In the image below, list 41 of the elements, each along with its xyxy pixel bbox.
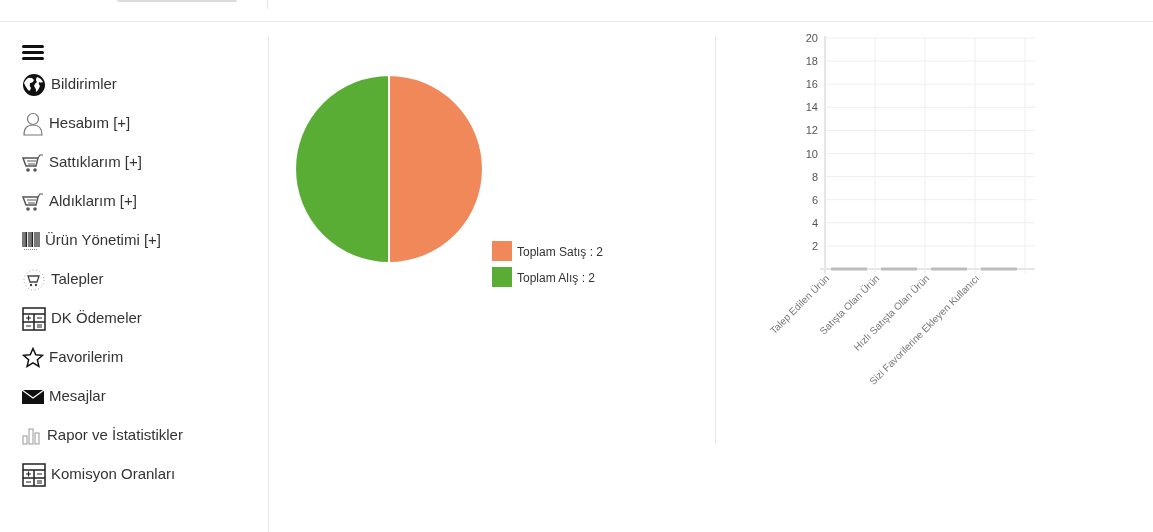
axis-tick-label: 8 bbox=[811, 170, 818, 183]
cart-icon bbox=[22, 267, 46, 292]
bar bbox=[931, 267, 967, 271]
envelope-icon bbox=[22, 388, 44, 405]
axis-tick-label: 2 bbox=[811, 239, 818, 252]
sidebar-item[interactable]: Mesajlar bbox=[22, 377, 268, 416]
globe-icon bbox=[22, 72, 46, 97]
star-icon bbox=[22, 346, 44, 369]
bar bbox=[831, 267, 867, 271]
axis-tick-label: 4 bbox=[811, 216, 818, 229]
sidebar-item[interactable]: Talepler bbox=[22, 260, 268, 299]
cart-icon bbox=[22, 191, 44, 212]
calculator-icon bbox=[22, 462, 46, 487]
axis-tick-label: 14 bbox=[805, 101, 818, 114]
axis-tick-label: 10 bbox=[805, 147, 818, 160]
bar bbox=[981, 267, 1017, 271]
user-icon bbox=[22, 111, 44, 136]
sidebar-item[interactable]: Ürün Yönetimi [+] bbox=[22, 221, 268, 260]
axis-tick-label: 18 bbox=[805, 55, 818, 68]
legend-label: Toplam Satış : 2 bbox=[517, 245, 604, 259]
menu-icon[interactable] bbox=[22, 44, 44, 60]
bar-chart-icon bbox=[22, 426, 42, 445]
sidebar-item[interactable]: Sattıklarım [+] bbox=[22, 143, 268, 182]
calculator-icon bbox=[22, 306, 46, 331]
axis-tick-label: 16 bbox=[805, 78, 818, 91]
sidebar-item[interactable]: Rapor ve İstatistikler bbox=[22, 416, 268, 455]
sidebar-item[interactable]: Aldıklarım [+] bbox=[22, 182, 268, 221]
legend-label: Toplam Alış : 2 bbox=[517, 271, 596, 285]
bar bbox=[881, 267, 917, 271]
sidebar-item[interactable]: DK Ödemeler bbox=[22, 299, 268, 338]
cart-icon bbox=[22, 152, 44, 173]
legend-swatch bbox=[492, 241, 512, 261]
axis-tick-label: 6 bbox=[811, 193, 818, 206]
sidebar-item[interactable]: Favorilerim bbox=[22, 338, 268, 377]
sidebar-item[interactable]: Komisyon Oranları bbox=[22, 455, 268, 494]
legend-swatch bbox=[492, 267, 512, 287]
sidebar-item[interactable]: Hesabım [+] bbox=[22, 104, 268, 143]
sidebar-item[interactable]: Bildirimler bbox=[22, 65, 268, 104]
barcode-icon bbox=[22, 230, 40, 251]
axis-tick-label: 12 bbox=[805, 124, 818, 137]
axis-tick-label: 20 bbox=[805, 32, 818, 44]
